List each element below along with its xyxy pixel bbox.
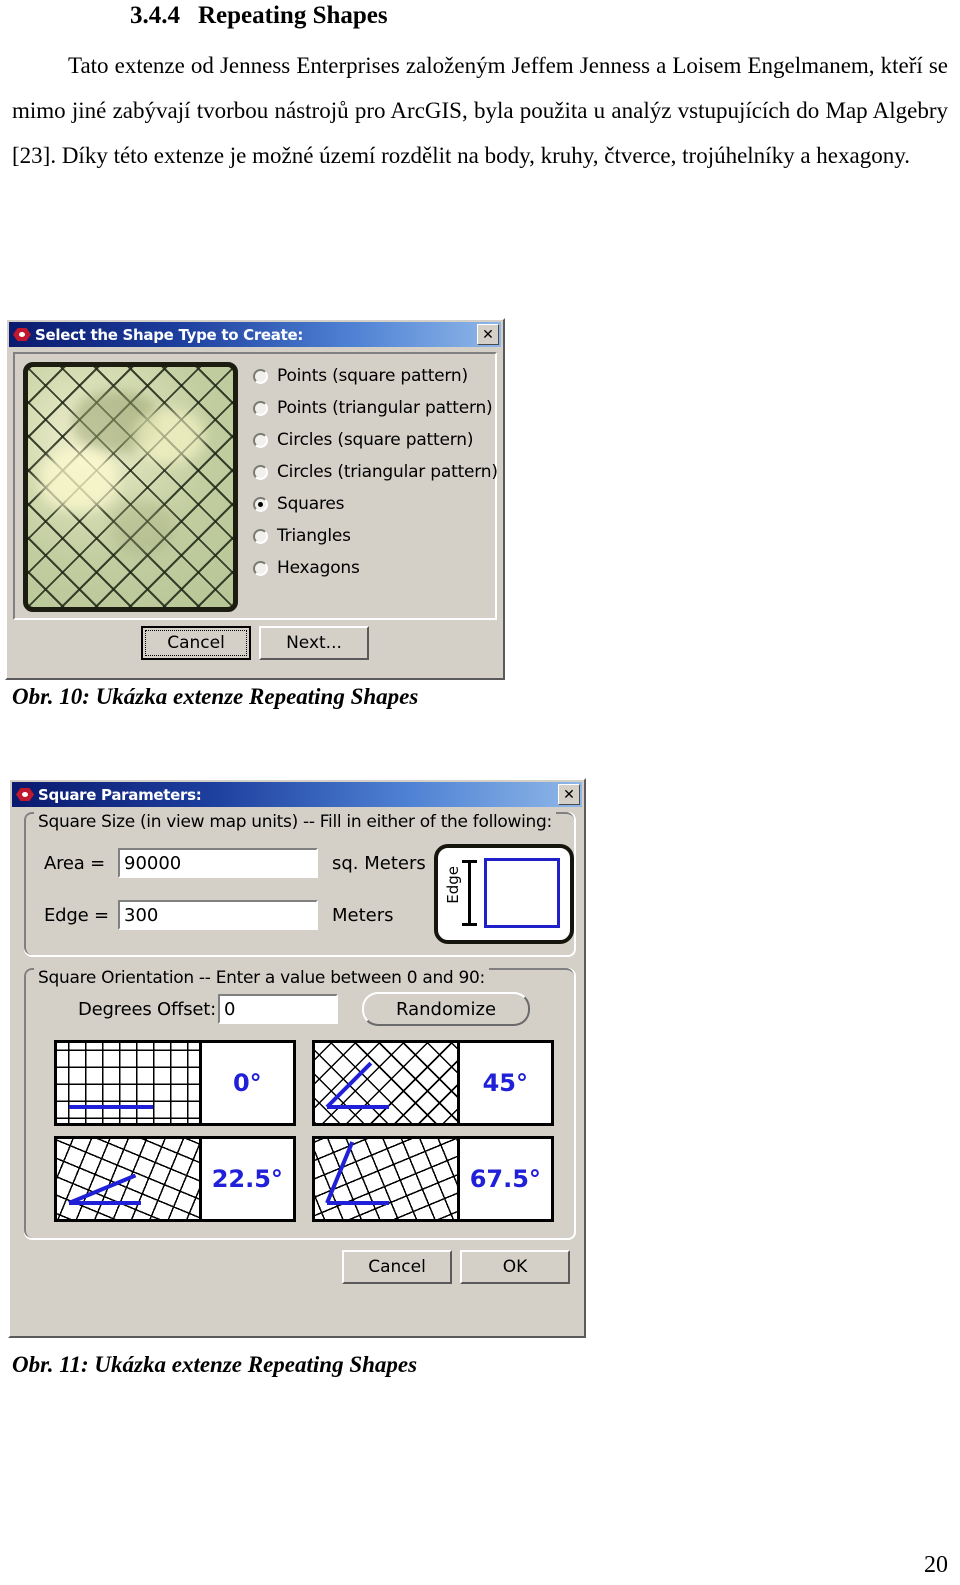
shape-type-client-panel: Points (square pattern) Points (triangul… xyxy=(13,352,498,620)
angle-pattern-45-icon xyxy=(315,1043,460,1123)
edge-unit-label: Meters xyxy=(332,904,394,926)
radio-icon-selected[interactable] xyxy=(253,496,268,512)
group-orientation-title: Square Orientation -- Enter a value betw… xyxy=(34,968,489,988)
radio-option-squares[interactable]: Squares xyxy=(253,488,498,520)
degrees-offset-row: Degrees Offset: 0 xyxy=(78,994,338,1024)
group-square-size: Square Size (in view map units) -- Fill … xyxy=(24,812,576,957)
angle-sample-22-5[interactable]: 22.5° xyxy=(54,1136,296,1222)
angle-sample-45[interactable]: 45° xyxy=(312,1040,554,1126)
radio-icon[interactable] xyxy=(253,368,268,384)
degrees-offset-label: Degrees Offset: xyxy=(78,998,217,1020)
app-diamond-icon xyxy=(16,788,34,801)
next-button-label: Next... xyxy=(286,633,342,653)
ok-button-label: OK xyxy=(502,1257,528,1277)
angle-value-0: 0° xyxy=(232,1069,262,1097)
paragraph-text: Tato extenze od Jenness Enterprises zalo… xyxy=(12,53,948,168)
radio-option-hexagons[interactable]: Hexagons xyxy=(253,552,498,584)
angle-pattern-67-5-icon xyxy=(315,1139,460,1219)
angle-pattern-0-icon xyxy=(57,1043,202,1123)
angle-sample-67-5[interactable]: 67.5° xyxy=(312,1136,554,1222)
group-square-orientation: Square Orientation -- Enter a value betw… xyxy=(24,968,576,1240)
heading-title: Repeating Shapes xyxy=(198,2,388,29)
radio-icon[interactable] xyxy=(253,528,268,544)
angle-pattern-22-5-icon xyxy=(57,1139,202,1219)
body-paragraph: Tato extenze od Jenness Enterprises zalo… xyxy=(12,43,948,178)
radio-label: Squares xyxy=(277,494,345,514)
shape-type-radio-group[interactable]: Points (square pattern) Points (triangul… xyxy=(253,360,498,584)
edge-square-shape-icon xyxy=(484,858,560,928)
page-title: 3.4.4 Repeating Shapes xyxy=(130,2,388,30)
shape-type-button-row: Cancel Next... xyxy=(7,626,503,660)
dialog-select-shape-type[interactable]: Select the Shape Type to Create: ✕ Point… xyxy=(5,318,505,680)
square-params-button-row: Cancel OK xyxy=(10,1250,584,1284)
area-input[interactable]: 90000 xyxy=(118,848,318,878)
radio-label: Hexagons xyxy=(277,558,360,578)
edge-illustration: Edge xyxy=(434,844,574,944)
ok-button[interactable]: OK xyxy=(460,1250,570,1284)
figure-caption-11: Obr. 11: Ukázka extenze Repeating Shapes xyxy=(12,1352,418,1377)
edge-illustration-label: Edge xyxy=(444,866,462,904)
angle-value-22-5: 22.5° xyxy=(211,1165,283,1193)
angle-value-45: 45° xyxy=(482,1069,528,1097)
edge-label: Edge = xyxy=(44,904,109,926)
edge-input[interactable]: 300 xyxy=(118,900,318,930)
group-square-size-title: Square Size (in view map units) -- Fill … xyxy=(34,812,556,832)
area-field-row: Area = 90000 sq. Meters xyxy=(44,848,426,878)
edge-field-row: Edge = 300 Meters xyxy=(44,900,394,930)
radio-option-circles-triangular[interactable]: Circles (triangular pattern) xyxy=(253,456,498,488)
radio-icon[interactable] xyxy=(253,464,268,480)
radio-option-points-square[interactable]: Points (square pattern) xyxy=(253,360,498,392)
randomize-button[interactable]: Randomize xyxy=(362,992,530,1026)
map-preview-thumbnail xyxy=(23,362,238,612)
figure-caption-10: Obr. 10: Ukázka extenze Repeating Shapes xyxy=(12,684,419,709)
radio-option-points-triangular[interactable]: Points (triangular pattern) xyxy=(253,392,498,424)
titlebar-select-shape-type[interactable]: Select the Shape Type to Create: ✕ xyxy=(9,322,501,347)
area-unit-label: sq. Meters xyxy=(332,852,426,874)
radio-option-circles-square[interactable]: Circles (square pattern) xyxy=(253,424,498,456)
app-diamond-icon xyxy=(13,328,31,341)
radio-icon[interactable] xyxy=(253,560,268,576)
next-button[interactable]: Next... xyxy=(259,626,369,660)
radio-label: Triangles xyxy=(277,526,351,546)
degrees-offset-input[interactable]: 0 xyxy=(218,994,338,1024)
radio-label: Circles (triangular pattern) xyxy=(277,462,498,482)
page-number: 20 xyxy=(924,1552,948,1578)
angle-sample-grid: 0° 45° 22.5° 67.5° xyxy=(54,1040,554,1222)
area-label: Area = xyxy=(44,852,106,874)
cancel-button[interactable]: Cancel xyxy=(141,626,251,660)
edge-dimension-bar-icon xyxy=(462,860,477,926)
radio-label: Points (triangular pattern) xyxy=(277,398,493,418)
close-icon[interactable]: ✕ xyxy=(477,324,499,345)
dialog-title: Square Parameters: xyxy=(38,785,202,804)
radio-option-triangles[interactable]: Triangles xyxy=(253,520,498,552)
cancel-button-label: Cancel xyxy=(368,1257,426,1277)
radio-label: Points (square pattern) xyxy=(277,366,468,386)
radio-icon[interactable] xyxy=(253,400,268,416)
titlebar-square-parameters[interactable]: Square Parameters: ✕ xyxy=(12,782,582,807)
cancel-button[interactable]: Cancel xyxy=(342,1250,452,1284)
angle-value-67-5: 67.5° xyxy=(469,1165,541,1193)
radio-label: Circles (square pattern) xyxy=(277,430,474,450)
dialog-title: Select the Shape Type to Create: xyxy=(35,325,304,344)
angle-sample-0[interactable]: 0° xyxy=(54,1040,296,1126)
heading-number: 3.4.4 xyxy=(130,2,180,29)
radio-icon[interactable] xyxy=(253,432,268,448)
dialog-square-parameters[interactable]: Square Parameters: ✕ Square Size (in vie… xyxy=(8,778,586,1338)
close-icon[interactable]: ✕ xyxy=(558,784,580,805)
randomize-button-label: Randomize xyxy=(395,998,497,1020)
